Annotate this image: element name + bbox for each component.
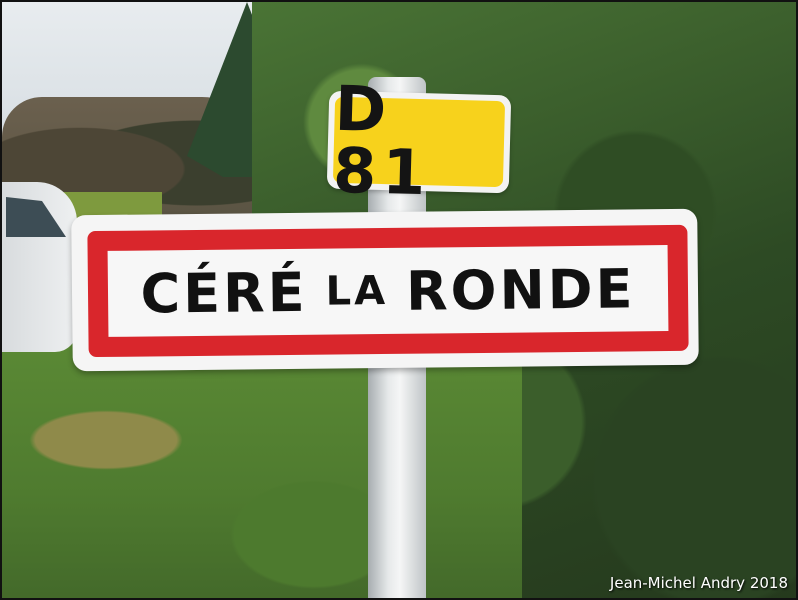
town-name-part3: RONDE (405, 256, 636, 323)
town-name-part2: LA (325, 267, 389, 315)
route-number-plate: D 81 (332, 72, 506, 209)
town-name-part1: CÉRÉ (140, 260, 308, 326)
town-entry-sign: CÉRÉ LA RONDE (71, 208, 699, 372)
route-number-text: D 81 (332, 71, 433, 210)
grass-verge (2, 332, 522, 598)
photo-credit: Jean-Michel Andry 2018 (609, 574, 788, 592)
route-number-sign: D 81 (326, 72, 512, 209)
photo-frame: D 81 CÉRÉ LA RONDE Jean-Michel Andry 201… (0, 0, 798, 600)
town-sign-border: CÉRÉ LA RONDE (87, 224, 689, 358)
